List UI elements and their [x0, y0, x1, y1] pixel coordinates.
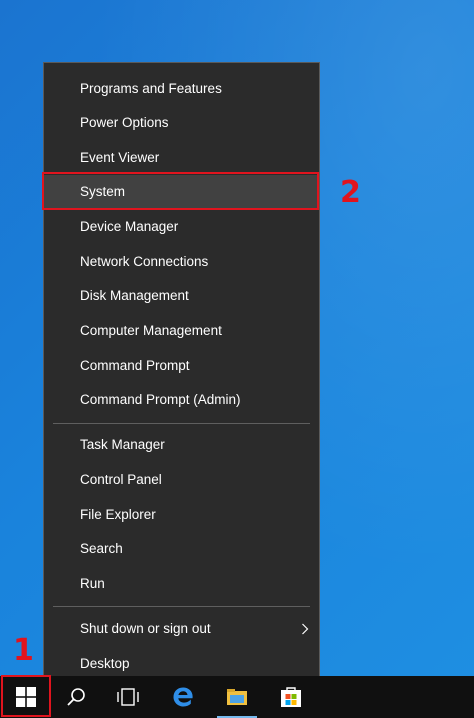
- task-view-button[interactable]: [104, 676, 152, 718]
- chevron-right-icon: [302, 623, 309, 635]
- menu-item-label: Control Panel: [80, 472, 162, 487]
- menu-item-label: Command Prompt: [80, 358, 190, 373]
- menu-item-network-connections[interactable]: Network Connections: [44, 245, 319, 279]
- menu-item-task-manager[interactable]: Task Manager: [44, 428, 319, 462]
- menu-item-file-explorer[interactable]: File Explorer: [44, 498, 319, 532]
- menu-separator: [53, 606, 310, 607]
- menu-item-label: Device Manager: [80, 219, 179, 234]
- menu-separator: [53, 423, 310, 424]
- store-button[interactable]: [267, 676, 315, 718]
- menu-item-label: Command Prompt (Admin): [80, 392, 241, 407]
- menu-item-system[interactable]: System: [44, 175, 319, 209]
- menu-item-command-prompt-admin[interactable]: Command Prompt (Admin): [44, 383, 319, 417]
- menu-item-label: Shut down or sign out: [80, 621, 211, 636]
- menu-item-search[interactable]: Search: [44, 532, 319, 566]
- menu-item-label: Event Viewer: [80, 150, 160, 165]
- menu-item-label: Network Connections: [80, 254, 209, 269]
- file-explorer-icon: [227, 689, 247, 705]
- menu-item-programs-and-features[interactable]: Programs and Features: [44, 72, 319, 106]
- quick-link-menu: Programs and Features Power Options Even…: [43, 62, 320, 686]
- search-button[interactable]: [52, 676, 100, 718]
- step-1-label: 1: [13, 633, 34, 668]
- menu-item-label: Power Options: [80, 115, 169, 130]
- store-icon: [281, 687, 301, 707]
- menu-item-control-panel[interactable]: Control Panel: [44, 463, 319, 497]
- menu-item-power-options[interactable]: Power Options: [44, 106, 319, 140]
- step-2-label: 2: [340, 175, 361, 210]
- menu-item-shut-down-or-sign-out[interactable]: Shut down or sign out: [44, 612, 319, 646]
- desktop-background: Programs and Features Power Options Even…: [0, 0, 474, 718]
- menu-item-computer-management[interactable]: Computer Management: [44, 314, 319, 348]
- file-explorer-button[interactable]: [213, 676, 261, 718]
- menu-item-label: Computer Management: [80, 323, 222, 338]
- search-icon: [67, 688, 85, 706]
- taskbar: [0, 676, 474, 718]
- menu-item-command-prompt[interactable]: Command Prompt: [44, 349, 319, 383]
- windows-logo-icon: [16, 687, 36, 707]
- menu-item-label: File Explorer: [80, 507, 156, 522]
- menu-item-label: Search: [80, 541, 123, 556]
- menu-item-label: System: [80, 184, 126, 199]
- menu-item-disk-management[interactable]: Disk Management: [44, 279, 319, 313]
- menu-item-event-viewer[interactable]: Event Viewer: [44, 141, 319, 175]
- menu-item-label: Desktop: [80, 656, 130, 671]
- menu-item-label: Run: [80, 576, 105, 591]
- start-button[interactable]: [2, 676, 50, 718]
- menu-item-label: Programs and Features: [80, 81, 222, 96]
- menu-item-label: Disk Management: [80, 288, 189, 303]
- edge-button[interactable]: [159, 676, 207, 718]
- menu-item-run[interactable]: Run: [44, 567, 319, 601]
- edge-icon: [173, 687, 193, 707]
- menu-item-device-manager[interactable]: Device Manager: [44, 210, 319, 244]
- task-view-icon: [117, 688, 139, 706]
- menu-item-label: Task Manager: [80, 437, 165, 452]
